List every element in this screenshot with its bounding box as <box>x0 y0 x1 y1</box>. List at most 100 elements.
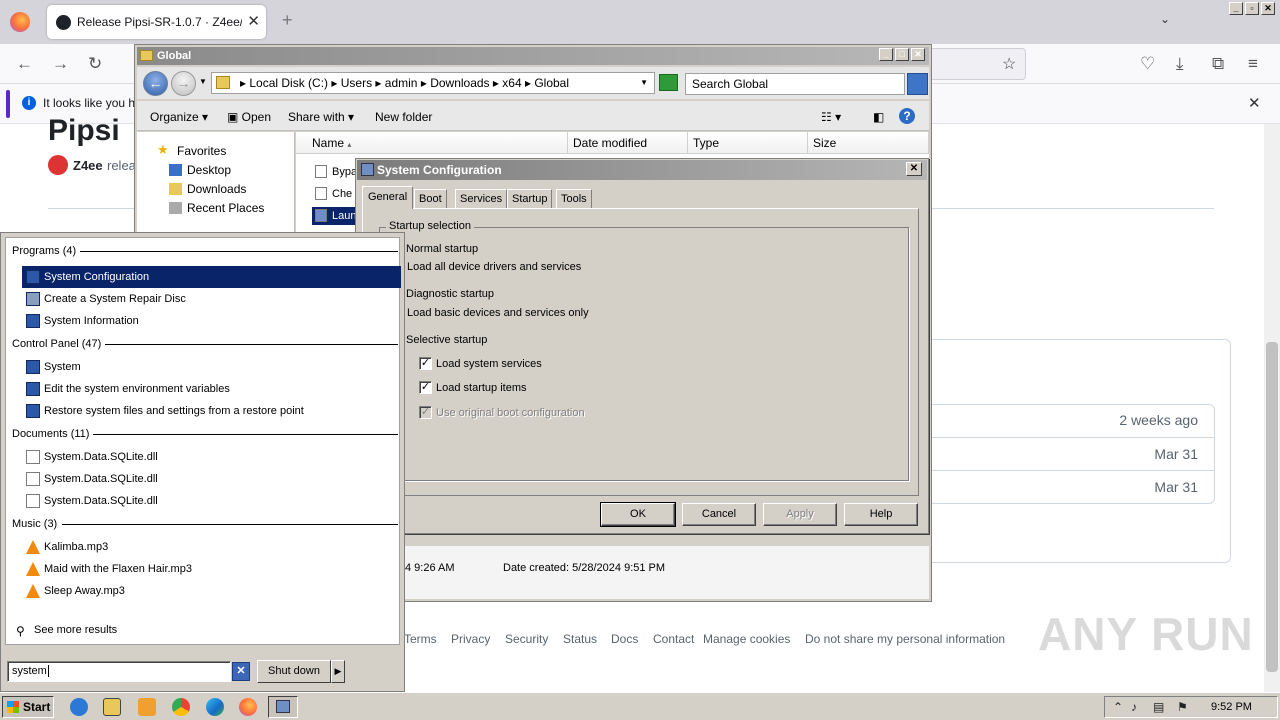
tab-boot[interactable]: Boot <box>414 189 447 208</box>
view-icon[interactable]: ☷ ▾ <box>821 110 841 124</box>
help-icon[interactable]: ? <box>899 108 915 124</box>
author-link[interactable]: Z4ee <box>73 158 103 173</box>
result-restore-system[interactable]: Restore system files and settings from a… <box>22 400 401 422</box>
section-header[interactable]: Control Panel (47) <box>12 338 106 350</box>
open-button[interactable]: ▣ Open <box>227 110 271 124</box>
use-original-boot-checkbox[interactable]: ✓ <box>419 406 432 419</box>
shutdown-options-icon[interactable]: ▶ <box>331 660 345 683</box>
start-button[interactable]: Start <box>2 696 54 718</box>
chrome-icon[interactable] <box>172 698 190 716</box>
selective-startup-radio[interactable]: Selective startup <box>406 334 487 346</box>
new-tab-icon[interactable]: + <box>282 10 293 31</box>
bookmark-star-icon[interactable]: ☆ <box>1002 54 1016 74</box>
pocket-icon[interactable]: ♡ <box>1140 54 1155 74</box>
explorer-titlebar[interactable]: Global _ □ ✕ <box>137 47 929 65</box>
apply-button[interactable]: Apply <box>763 503 837 526</box>
maximize-icon[interactable]: □ <box>895 48 909 61</box>
result-music[interactable]: Kalimba.mp3 <box>22 536 401 558</box>
result-music[interactable]: Maid with the Flaxen Hair.mp3 <box>22 558 401 580</box>
tab-services[interactable]: Services <box>455 189 508 208</box>
chevron-down-icon[interactable]: ▼ <box>640 73 648 93</box>
volume-icon[interactable]: ♪ <box>1131 700 1137 714</box>
section-header[interactable]: Programs (4) <box>12 245 81 257</box>
column-size[interactable]: Size <box>808 132 929 154</box>
edge-icon[interactable] <box>206 698 224 716</box>
firefox-taskbar-icon[interactable] <box>239 698 257 716</box>
breadcrumb-item[interactable]: Users <box>341 76 372 90</box>
msconfig-taskbar-button[interactable] <box>268 696 298 718</box>
result-system-configuration[interactable]: System Configuration <box>22 266 401 288</box>
breadcrumb-item[interactable]: admin <box>385 76 418 90</box>
extensions-icon[interactable]: ⧉ <box>1212 54 1224 74</box>
preview-pane-icon[interactable]: ◧ <box>873 110 884 124</box>
column-type[interactable]: Type <box>688 132 808 154</box>
load-startup-items-checkbox[interactable]: ✓ <box>419 381 432 394</box>
result-system-information[interactable]: System Information <box>22 310 401 332</box>
share-with-button[interactable]: Share with ▾ <box>288 110 354 124</box>
cancel-button[interactable]: Cancel <box>682 503 756 526</box>
footer-link[interactable]: Do not share my personal information <box>805 632 1005 646</box>
restore-icon[interactable]: ▫ <box>1245 2 1259 15</box>
url-bar[interactable]: ☆ <box>930 48 1026 80</box>
close-tab-icon[interactable]: ✕ <box>247 12 260 30</box>
column-date-modified[interactable]: Date modified <box>568 132 688 154</box>
internet-explorer-icon[interactable] <box>70 698 88 716</box>
action-center-flag-icon[interactable]: ⚑ <box>1177 700 1188 714</box>
chevron-down-icon[interactable]: ⌄ <box>1160 12 1170 26</box>
breadcrumb-item[interactable]: Downloads <box>430 76 489 90</box>
search-input[interactable]: Search Global <box>685 73 905 95</box>
tab-general[interactable]: General <box>362 186 414 209</box>
dialog-titlebar[interactable]: System Configuration <box>357 160 927 180</box>
back-icon[interactable]: ← <box>16 54 33 74</box>
browser-tab[interactable]: Release Pipsi-SR-1.0.7 · Z4ee/Pipsi ✕ <box>47 5 266 39</box>
footer-link[interactable]: Terms <box>404 632 437 646</box>
file-row-selected[interactable]: Laun <box>312 207 358 225</box>
normal-startup-radio[interactable]: Normal startup <box>406 243 478 255</box>
footer-link[interactable]: Docs <box>611 632 638 646</box>
clock[interactable]: 9:52 PM <box>1211 701 1252 713</box>
breadcrumb-item[interactable]: x64 <box>502 76 521 90</box>
explorer-icon[interactable] <box>103 698 121 716</box>
media-player-icon[interactable] <box>138 698 156 716</box>
forward-icon[interactable]: → <box>171 71 196 96</box>
close-window-icon[interactable]: ✕ <box>1261 2 1275 15</box>
downloads-icon[interactable]: ⤓ <box>1176 54 1184 74</box>
tab-startup[interactable]: Startup <box>507 189 553 208</box>
network-icon[interactable]: ▤ <box>1153 700 1164 714</box>
tab-tools[interactable]: Tools <box>556 189 592 208</box>
refresh-icon[interactable] <box>659 74 678 91</box>
minimize-icon[interactable]: _ <box>1229 2 1243 15</box>
nav-recent-places[interactable]: Recent Places <box>187 201 264 215</box>
ok-button[interactable]: OK <box>600 502 676 527</box>
nav-downloads[interactable]: Downloads <box>187 182 246 196</box>
section-header[interactable]: Documents (11) <box>12 428 94 440</box>
breadcrumb-item[interactable]: Global <box>534 76 569 90</box>
nav-desktop[interactable]: Desktop <box>187 163 231 177</box>
forward-icon[interactable]: → <box>52 54 69 74</box>
footer-link[interactable]: Security <box>505 632 548 646</box>
result-system-repair-disc[interactable]: Create a System Repair Disc <box>22 288 401 310</box>
result-music[interactable]: Sleep Away.mp3 <box>22 580 401 602</box>
chevron-up-icon[interactable]: ⌃ <box>1113 700 1123 714</box>
load-services-checkbox[interactable]: ✓ <box>419 357 432 370</box>
clear-search-icon[interactable]: ✕ <box>232 662 250 681</box>
nav-favorites[interactable]: Favorites <box>177 144 226 158</box>
page-scrollbar[interactable] <box>1264 124 1280 692</box>
result-edit-env-vars[interactable]: Edit the system environment variables <box>22 378 401 400</box>
help-button[interactable]: Help <box>844 503 918 526</box>
section-header[interactable]: Music (3) <box>12 518 62 530</box>
result-system[interactable]: System <box>22 356 401 378</box>
back-icon[interactable]: ← <box>143 71 168 96</box>
minimize-icon[interactable]: _ <box>879 48 893 61</box>
column-name[interactable]: Name ▴ <box>296 132 568 154</box>
footer-link[interactable]: Status <box>563 632 597 646</box>
result-document[interactable]: System.Data.SQLite.dll <box>22 446 401 468</box>
close-notification-icon[interactable]: ✕ <box>1248 94 1261 112</box>
file-row[interactable]: Che <box>312 185 358 203</box>
footer-link[interactable]: Manage cookies <box>703 632 790 646</box>
footer-link[interactable]: Contact <box>653 632 694 646</box>
new-folder-button[interactable]: New folder <box>375 110 432 124</box>
avatar[interactable] <box>48 155 68 175</box>
see-more-results-link[interactable]: ⚲ See more results <box>16 624 117 638</box>
organize-button[interactable]: Organize ▾ <box>150 110 208 124</box>
